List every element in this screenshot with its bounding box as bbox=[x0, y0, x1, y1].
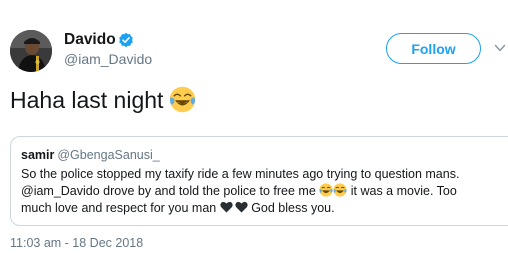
quoted-tweet-card[interactable]: samir @GbengaSanusi_ So the police stoppe… bbox=[10, 136, 508, 226]
black-heart-icon bbox=[235, 201, 248, 213]
verified-badge-icon bbox=[119, 32, 133, 48]
follow-button[interactable]: Follow bbox=[386, 33, 481, 64]
tweet-text-content: Haha last night bbox=[10, 87, 164, 113]
laughing-tears-emoji-icon bbox=[319, 183, 333, 197]
quoted-text-line-2-end: it was a movie. Too bbox=[347, 184, 457, 198]
chevron-down-icon[interactable] bbox=[494, 42, 506, 54]
tweet-text: Haha last night bbox=[10, 86, 196, 114]
quoted-tweet-text: So the police stopped my taxify ride a f… bbox=[21, 166, 501, 217]
quoted-text-line-1: So the police stopped my taxify ride a f… bbox=[21, 167, 460, 181]
quoted-text-line-3-end: God bless you. bbox=[247, 201, 335, 215]
quoted-text-line-2-start: @iam_Davido drove by and told the police… bbox=[21, 184, 316, 198]
quoted-text-line-2: @iam_Davido drove by and told the police… bbox=[21, 183, 501, 200]
quoted-text-line-3: much love and respect for you man God bl… bbox=[21, 200, 501, 217]
author-display-name[interactable]: Davido bbox=[64, 31, 116, 49]
avatar[interactable] bbox=[10, 30, 52, 72]
laughing-tears-emoji-icon bbox=[333, 183, 347, 197]
black-heart-icon bbox=[220, 201, 233, 213]
author-handle[interactable]: @iam_Davido bbox=[64, 51, 152, 68]
tweet-timestamp[interactable]: 11:03 am - 18 Dec 2018 bbox=[10, 236, 143, 251]
laughing-tears-emoji-icon bbox=[170, 86, 196, 113]
quoted-tweet-header: samir @GbengaSanusi_ bbox=[21, 148, 160, 163]
quoted-author-name: samir bbox=[21, 148, 55, 162]
quoted-text-line-3-start: much love and respect for you man bbox=[21, 201, 217, 215]
quoted-author-handle: @GbengaSanusi_ bbox=[57, 148, 160, 162]
